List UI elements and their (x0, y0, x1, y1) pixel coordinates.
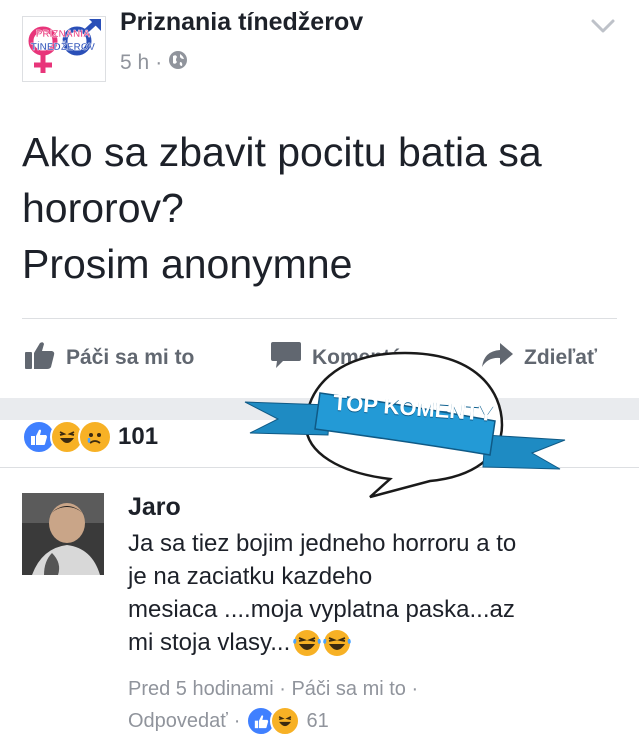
post-line: Ako sa zbavit pocitu batia sa (22, 129, 542, 175)
post-line: Prosim anonymne (22, 241, 353, 287)
reaction-count: 101 (118, 423, 159, 450)
post-text: Ako sa zbavit pocitu batia sa hororov? P… (22, 124, 622, 292)
comment-meta: Pred 5 hodinami · Páči sa mi to · (128, 678, 418, 701)
comment-author[interactable]: Jaro (128, 493, 181, 522)
chevron-down-icon[interactable] (588, 16, 618, 36)
like-button[interactable]: Páči sa mi to (24, 340, 194, 376)
page-name[interactable]: Priznania tínedžerov (120, 8, 363, 37)
sad-icon (78, 420, 112, 454)
meta-dot: · (155, 51, 163, 74)
comment-line: mesiaca ....moja vyplatna paska...az (128, 596, 515, 623)
svg-text:TÍNEDŽEROV: TÍNEDŽEROV (31, 40, 96, 53)
comment-meta-row2: Odpovedať · 61 (128, 706, 329, 736)
haha-emoji (292, 629, 322, 657)
globe-icon (168, 50, 188, 76)
divider (22, 318, 617, 319)
meta-dot: · (279, 678, 292, 700)
meta-dot: · (233, 709, 241, 732)
comment-last-line: mi stoja vlasy... (128, 626, 618, 659)
haha-emoji (322, 629, 352, 657)
page-logo[interactable]: PRIZNANIA TÍNEDŽEROV (22, 16, 106, 82)
thumbs-up-icon (24, 340, 56, 376)
comment-text: Ja sa tiez bojim jedneho horroru a to je… (128, 527, 618, 659)
top-comments-badge (240, 345, 570, 505)
meta-dot: · (411, 678, 419, 700)
post-meta: 5 h · (120, 50, 188, 76)
comment-line: mi stoja vlasy... (128, 629, 291, 656)
comment-line: Ja sa tiez bojim jedneho horroru a to (128, 530, 517, 557)
post-line: hororov? (22, 185, 184, 231)
post-time[interactable]: 5 h (120, 51, 149, 75)
comment-reactions[interactable] (246, 706, 301, 736)
reactions-summary[interactable]: 101 (22, 420, 158, 454)
comment-time[interactable]: Pred 5 hodinami (128, 678, 274, 700)
reply-link[interactable]: Odpovedať (128, 710, 228, 733)
comment-reaction-count: 61 (306, 709, 329, 732)
svg-text:PRIZNANIA: PRIZNANIA (36, 29, 90, 40)
like-label: Páči sa mi to (66, 346, 195, 369)
avatar[interactable] (22, 493, 104, 575)
comment-like-link[interactable]: Páči sa mi to (291, 678, 405, 700)
comment-line: je na zaciatku kazdeho (128, 563, 373, 590)
haha-icon (270, 706, 301, 736)
